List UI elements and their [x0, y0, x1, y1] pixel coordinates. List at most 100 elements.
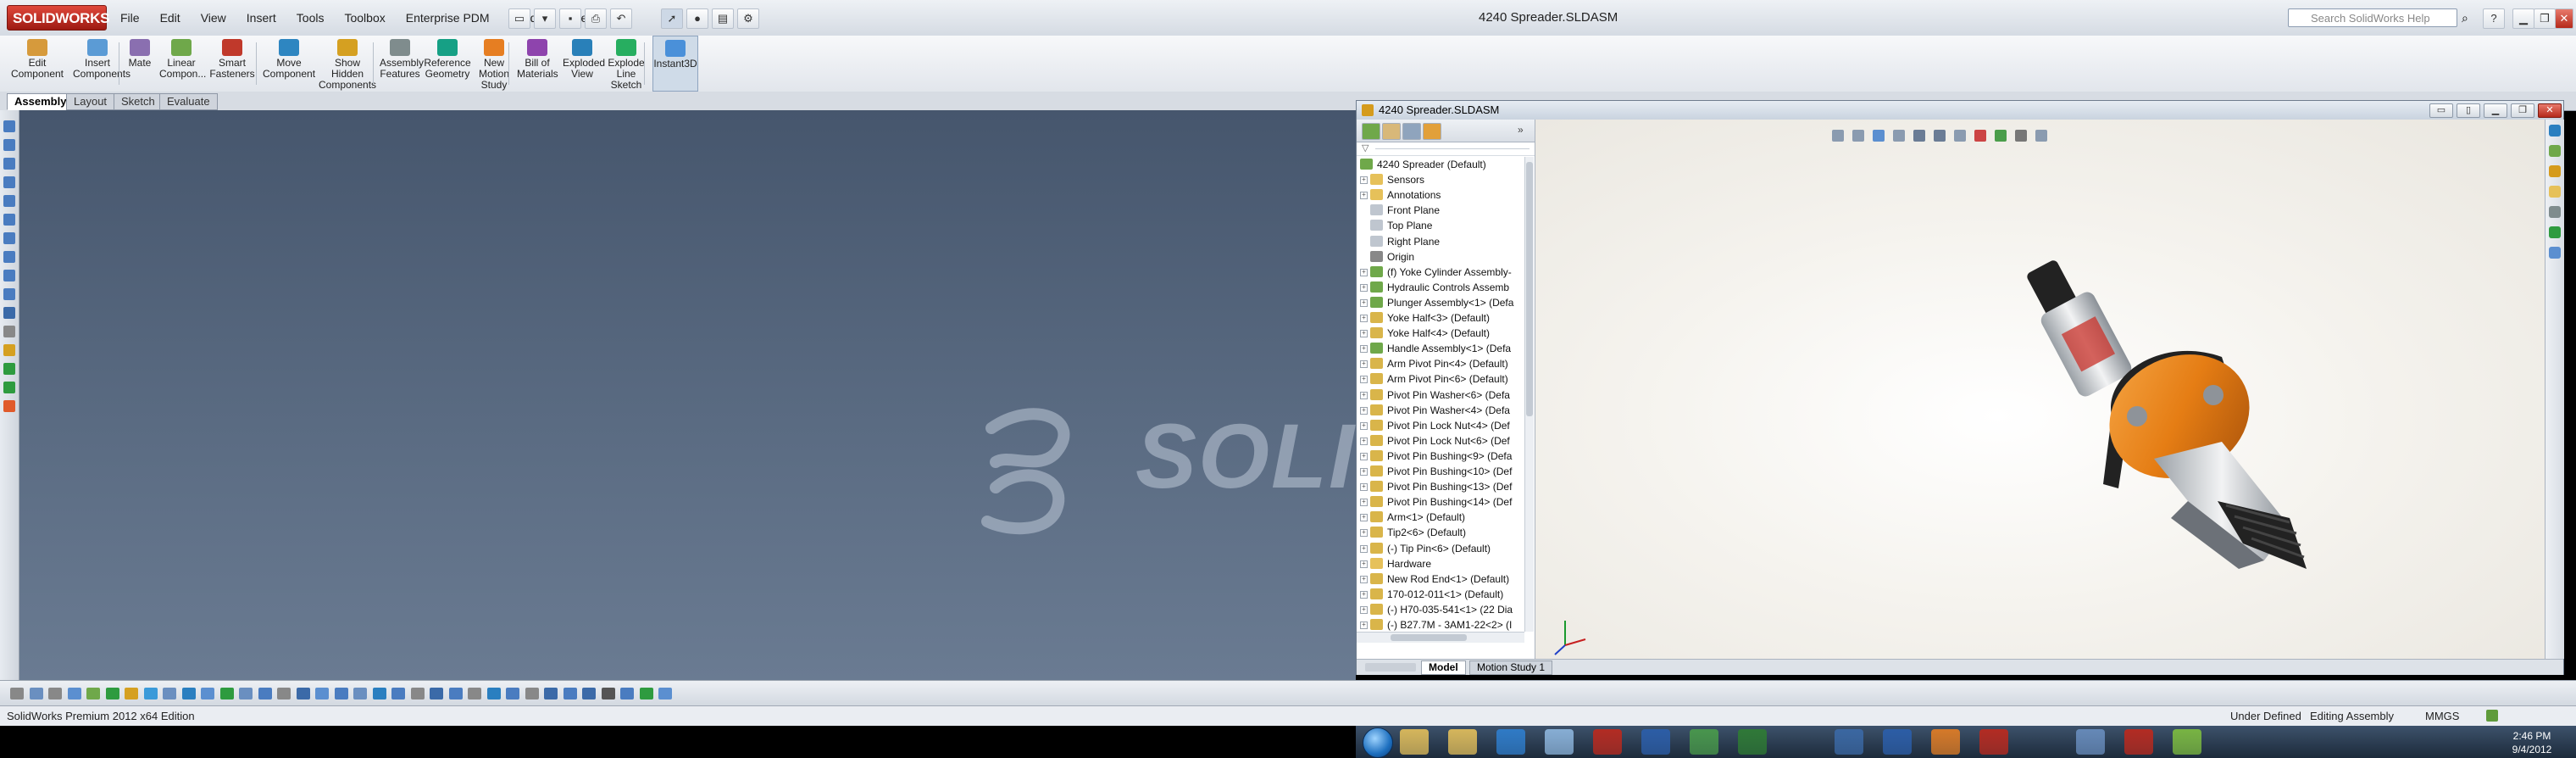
bottom-tool-icon[interactable] — [486, 688, 501, 699]
bottom-tool-icon[interactable] — [125, 688, 138, 699]
bottom-tool-icon[interactable] — [296, 688, 310, 699]
expand-icon[interactable]: + — [1360, 437, 1368, 445]
bottom-tool-icon[interactable] — [448, 688, 463, 699]
new-document-icon[interactable]: ▭ — [508, 8, 530, 29]
ie-icon[interactable] — [2124, 729, 2153, 755]
left-tool-icon[interactable] — [3, 307, 15, 319]
bottom-tool-icon[interactable] — [67, 688, 81, 699]
start-button[interactable] — [1363, 727, 1393, 758]
bottom-tool-icon[interactable] — [620, 688, 634, 699]
media-player-icon[interactable] — [1786, 729, 1815, 755]
expand-icon[interactable]: + — [1360, 483, 1368, 492]
cmd-explode-line-button[interactable]: Explode Line Sketch — [605, 36, 647, 92]
bottom-tool-icon[interactable] — [506, 688, 519, 699]
view-orientation-icon[interactable] — [1913, 130, 1925, 142]
bottom-tool-icon[interactable] — [334, 688, 348, 699]
task-pane-tab-icon[interactable] — [2549, 226, 2561, 238]
left-tool-icon[interactable] — [3, 288, 15, 300]
settings-icon[interactable] — [1931, 729, 1960, 755]
model-view[interactable] — [1535, 120, 2563, 659]
bottom-tool-icon[interactable] — [10, 688, 24, 699]
search-icon[interactable]: ⌕ — [2462, 11, 2468, 25]
bottom-tool-icon[interactable] — [163, 688, 176, 699]
menu-edit[interactable]: Edit — [160, 11, 180, 25]
windows-explorer-icon[interactable] — [1400, 729, 1429, 755]
property-manager-tab-icon[interactable] — [1382, 123, 1401, 140]
expand-icon[interactable]: + — [1360, 315, 1368, 322]
tree-root[interactable]: 4240 Spreader (Default) — [1357, 157, 1524, 172]
outlook-icon[interactable] — [1738, 729, 1767, 755]
section-view-icon[interactable] — [1893, 130, 1905, 142]
scene-icon[interactable] — [1995, 130, 2007, 142]
display-style-icon[interactable] — [1934, 130, 1946, 142]
tree-item[interactable]: +170-012-011<1> (Default) — [1357, 587, 1524, 602]
expand-icon[interactable]: + — [1360, 330, 1368, 338]
expand-icon[interactable]: + — [1360, 345, 1368, 354]
cmd-exploded-view-button[interactable]: Exploded View — [563, 36, 605, 92]
left-tool-icon[interactable] — [3, 400, 15, 412]
tab-assembly[interactable]: Assembly — [7, 93, 75, 110]
bottom-tool-icon[interactable] — [239, 688, 253, 699]
word-icon[interactable] — [1593, 729, 1622, 755]
left-tool-icon[interactable] — [3, 195, 15, 207]
bottom-tool-icon[interactable] — [277, 688, 291, 699]
left-tool-icon[interactable] — [3, 176, 15, 188]
bottom-tool-icon[interactable] — [315, 688, 329, 699]
expand-icon[interactable]: + — [1360, 514, 1368, 522]
bottom-tool-icon[interactable] — [219, 688, 234, 699]
feature-tree-tab-icon[interactable] — [1362, 123, 1380, 140]
cursor-icon[interactable] — [1883, 729, 1912, 755]
solidworks-icon-2[interactable] — [1979, 729, 2008, 755]
tree-item[interactable]: + Hardware — [1357, 556, 1524, 571]
bottom-tool-icon[interactable] — [391, 688, 405, 699]
doc-tile-button[interactable]: ▭ — [2429, 103, 2453, 118]
left-tool-icon[interactable] — [3, 158, 15, 170]
bottom-tool-icon[interactable] — [105, 688, 119, 699]
menu-insert[interactable]: Insert — [247, 11, 276, 25]
bottom-tool-icon[interactable] — [258, 688, 272, 699]
cmd-move-component-button[interactable]: Move Component — [263, 36, 315, 92]
expand-icon[interactable]: + — [1360, 499, 1368, 507]
tree-item[interactable]: + Annotations — [1357, 187, 1524, 203]
acrobat-icon[interactable] — [1835, 729, 1863, 755]
display-manager-tab-icon[interactable] — [1423, 123, 1441, 140]
expand-icon[interactable]: + — [1360, 452, 1368, 460]
solidworks-icon[interactable] — [2173, 729, 2201, 755]
bottom-tool-icon[interactable] — [658, 688, 672, 699]
tree-item[interactable]: + Arm Pivot Pin<6> (Default) — [1357, 371, 1524, 387]
tree-item[interactable]: + Pivot Pin Washer<4> (Defa — [1357, 403, 1524, 418]
filter-icon[interactable]: ▽ — [1362, 142, 1368, 153]
task-pane-tab-icon[interactable] — [2549, 247, 2561, 259]
cmd-mate-button[interactable]: Mate — [124, 36, 156, 92]
more-icon[interactable] — [2035, 130, 2047, 142]
tree-item[interactable]: + Arm<1> (Default) — [1357, 510, 1524, 525]
folder-icon[interactable] — [2076, 729, 2105, 755]
zoom-to-fit-icon[interactable] — [1832, 130, 1844, 142]
cmd-insert-components-button[interactable]: Insert Components — [73, 36, 130, 92]
doc-close-button[interactable]: ✕ — [2538, 103, 2562, 118]
cmd-motion-study-button[interactable]: New Motion Study — [476, 36, 512, 92]
tree-item[interactable]: + (f) Yoke Cylinder Assembly- — [1357, 265, 1524, 280]
expand-icon[interactable]: + — [1360, 468, 1368, 476]
bottom-tool-icon[interactable] — [372, 688, 386, 699]
task-pane-tab-icon[interactable] — [2549, 186, 2561, 198]
menu-tools[interactable]: Tools — [297, 11, 325, 25]
hide-show-icon[interactable] — [1954, 130, 1966, 142]
cmd-edit-component-button[interactable]: Edit Component — [7, 36, 68, 92]
expand-icon[interactable]: + — [1360, 560, 1368, 568]
restore-app-button[interactable]: ❐ — [2534, 8, 2556, 29]
cmd-assembly-features-button[interactable]: Assembly Features — [380, 36, 424, 92]
tree-item[interactable]: + (-) Tip Pin<6> (Default) — [1357, 541, 1524, 556]
undo-icon[interactable]: ↶ — [610, 8, 632, 29]
expand-icon[interactable]: + — [1360, 590, 1368, 599]
tree-item[interactable]: + Sensors — [1357, 172, 1524, 187]
bottom-tool-icon[interactable] — [563, 688, 577, 699]
tree-item[interactable]: + Pivot Pin Lock Nut<4> (Def — [1357, 418, 1524, 433]
edit-appearance-icon[interactable] — [1974, 130, 1986, 142]
solidworks-icon[interactable] — [1545, 729, 1574, 755]
tree-item[interactable]: + Handle Assembly<1> (Defa — [1357, 341, 1524, 356]
expand-icon[interactable]: + — [1360, 298, 1368, 307]
doc-minimize-button[interactable]: ▁ — [2484, 103, 2507, 118]
task-pane-tab-icon[interactable] — [2549, 145, 2561, 157]
bottom-tool-icon[interactable] — [201, 688, 214, 699]
